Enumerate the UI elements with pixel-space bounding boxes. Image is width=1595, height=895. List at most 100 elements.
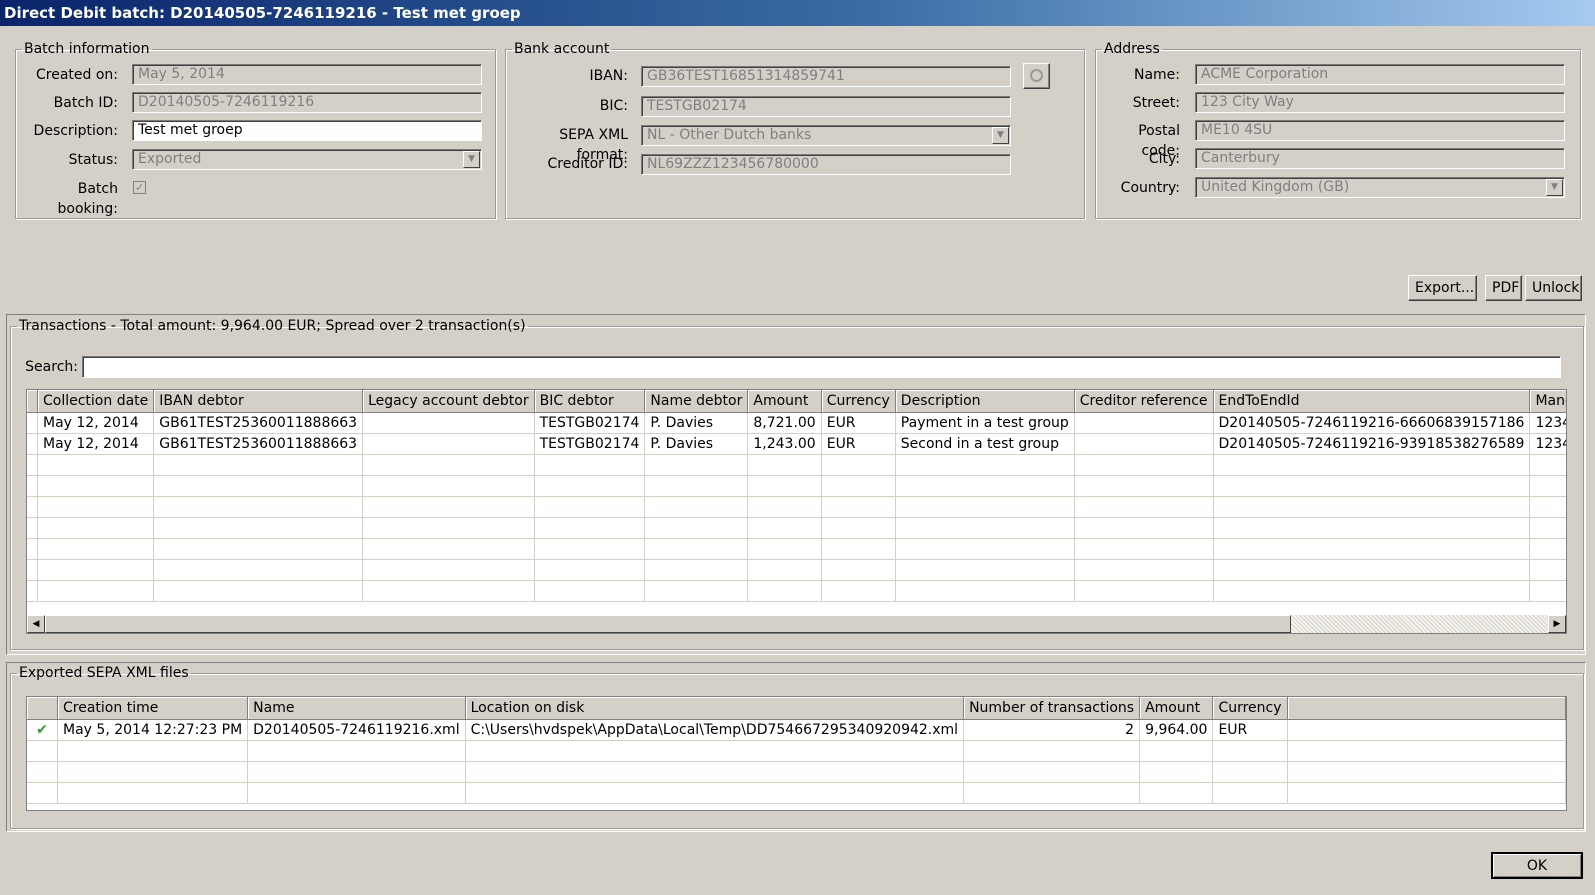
creditor-id-field[interactable]: NL69ZZZ123456780000 (641, 154, 1011, 175)
transactions-column-header[interactable]: IBAN debtor (153, 390, 364, 413)
transactions-column-header[interactable]: Currency (821, 390, 896, 413)
exports-column-header[interactable]: Location on disk (465, 697, 965, 720)
table-cell (37, 475, 155, 497)
table-cell (37, 538, 155, 560)
table-cell: Second in a test group (895, 433, 1075, 455)
exports-column-header[interactable] (27, 697, 59, 720)
sepa-format-select[interactable]: NL - Other Dutch banks ▼ (641, 125, 1011, 146)
exports-column-header[interactable]: Currency (1212, 697, 1288, 720)
table-row[interactable] (27, 761, 1566, 783)
ok-button[interactable]: OK (1491, 852, 1583, 879)
search-iban-button[interactable] (1023, 63, 1050, 89)
table-cell (1287, 761, 1566, 783)
table-row[interactable]: May 12, 2014 GB61TEST25360011888663 TESTGB… (27, 412, 1566, 434)
description-field[interactable]: Test met groep (132, 120, 482, 141)
table-cell (465, 740, 965, 762)
transactions-column-header[interactable] (27, 390, 38, 413)
bic-field[interactable]: TESTGB02174 (641, 96, 1011, 117)
table-cell (821, 580, 896, 602)
table-cell: EUR (821, 412, 896, 434)
table-row[interactable] (27, 740, 1566, 762)
exports-table-container: Creation time Name Location on disk Number … (26, 696, 1567, 811)
scroll-right-icon[interactable]: ▶ (1548, 615, 1566, 633)
table-cell (362, 454, 535, 476)
table-cell (1074, 475, 1214, 497)
search-input[interactable] (82, 356, 1561, 378)
transactions-column-header[interactable]: EndToEndId (1213, 390, 1531, 413)
chevron-down-icon[interactable]: ▼ (1546, 179, 1563, 196)
batch-booking-checkbox[interactable]: ✓ (133, 181, 146, 194)
table-cell (1529, 517, 1566, 539)
unlock-button[interactable]: Unlock (1525, 275, 1582, 301)
table-cell (747, 496, 822, 518)
postal-code-field[interactable]: ME10 4SU (1195, 120, 1565, 141)
table-row[interactable] (27, 782, 1566, 804)
iban-field[interactable]: GB36TEST16851314859741 (641, 66, 1011, 87)
table-cell: D20140505-7246119216-66606839157186 (1213, 412, 1531, 434)
city-field[interactable]: Canterbury (1195, 148, 1565, 169)
scroll-thumb[interactable] (45, 615, 1291, 633)
table-row[interactable] (27, 517, 1566, 539)
table-cell (644, 559, 749, 581)
table-row[interactable] (27, 496, 1566, 518)
table-cell (1213, 454, 1531, 476)
transactions-column-header[interactable]: Creditor reference (1074, 390, 1214, 413)
table-cell (1529, 496, 1566, 518)
transactions-column-header[interactable]: Amount (747, 390, 822, 413)
status-select[interactable]: Exported ▼ (132, 149, 482, 170)
table-cell (895, 559, 1075, 581)
street-field[interactable]: 123 City Way (1195, 92, 1565, 113)
exports-legend: Exported SEPA XML files (19, 665, 189, 681)
table-cell: 1,243.00 (747, 433, 822, 455)
transactions-horizontal-scrollbar[interactable]: ◀ ▶ (27, 615, 1566, 633)
transactions-column-header[interactable]: Collection date (37, 390, 155, 413)
table-cell: TESTGB02174 (534, 433, 646, 455)
batch-information-legend: Batch information (24, 41, 150, 57)
table-cell (362, 412, 535, 434)
table-row[interactable] (27, 538, 1566, 560)
table-cell (27, 454, 38, 476)
table-row[interactable]: ✔ May 5, 2014 12:27:23 PM D20140505-724611… (27, 719, 1566, 741)
scroll-left-icon[interactable]: ◀ (27, 615, 45, 633)
exports-column-header[interactable]: Amount (1139, 697, 1214, 720)
table-row[interactable] (27, 475, 1566, 497)
table-row[interactable] (27, 454, 1566, 476)
transactions-column-header[interactable]: BIC debtor (534, 390, 646, 413)
table-cell (895, 454, 1075, 476)
table-row[interactable] (27, 559, 1566, 581)
table-cell (644, 454, 749, 476)
table-cell (465, 761, 965, 783)
country-select[interactable]: United Kingdom (GB) ▼ (1195, 177, 1565, 198)
exports-column-header[interactable] (1287, 697, 1566, 720)
chevron-down-icon[interactable]: ▼ (463, 151, 480, 168)
created-on-field[interactable]: May 5, 2014 (132, 64, 482, 85)
exports-column-header[interactable]: Number of transactions (963, 697, 1141, 720)
table-cell: GB61TEST25360011888663 (153, 412, 364, 434)
table-cell (362, 538, 535, 560)
table-cell (1074, 559, 1214, 581)
table-cell: C:\Users\hvdspek\AppData\Local\Temp\DD75… (465, 719, 965, 741)
chevron-down-icon[interactable]: ▼ (992, 127, 1009, 144)
exports-column-header[interactable]: Name (247, 697, 466, 720)
transactions-column-header[interactable]: Mandate ID (1529, 390, 1566, 413)
exports-column-header[interactable]: Creation time (57, 697, 249, 720)
transactions-column-header[interactable]: Name debtor (644, 390, 749, 413)
status-label: Status: (68, 152, 118, 168)
table-cell (57, 761, 249, 783)
pdf-button[interactable]: PDF (1485, 275, 1522, 301)
table-cell (644, 475, 749, 497)
transactions-legend: Transactions - Total amount: 9,964.00 EU… (19, 318, 526, 334)
transactions-column-header[interactable]: Description (895, 390, 1075, 413)
country-value: United Kingdom (GB) (1201, 179, 1350, 195)
window-title: Direct Debit batch: D20140505-7246119216… (0, 0, 1595, 26)
table-cell: EUR (821, 433, 896, 455)
creditor-id-label: Creditor ID: (547, 156, 629, 172)
table-row[interactable]: May 12, 2014 GB61TEST25360011888663 TESTGB… (27, 433, 1566, 455)
table-row[interactable] (27, 580, 1566, 602)
table-cell (534, 538, 646, 560)
name-field[interactable]: ACME Corporation (1195, 64, 1565, 85)
batch-id-field[interactable]: D20140505-7246119216 (132, 92, 482, 113)
transactions-column-header[interactable]: Legacy account debtor (362, 390, 535, 413)
table-cell (1287, 782, 1566, 804)
export-button[interactable]: Export... (1408, 275, 1477, 301)
